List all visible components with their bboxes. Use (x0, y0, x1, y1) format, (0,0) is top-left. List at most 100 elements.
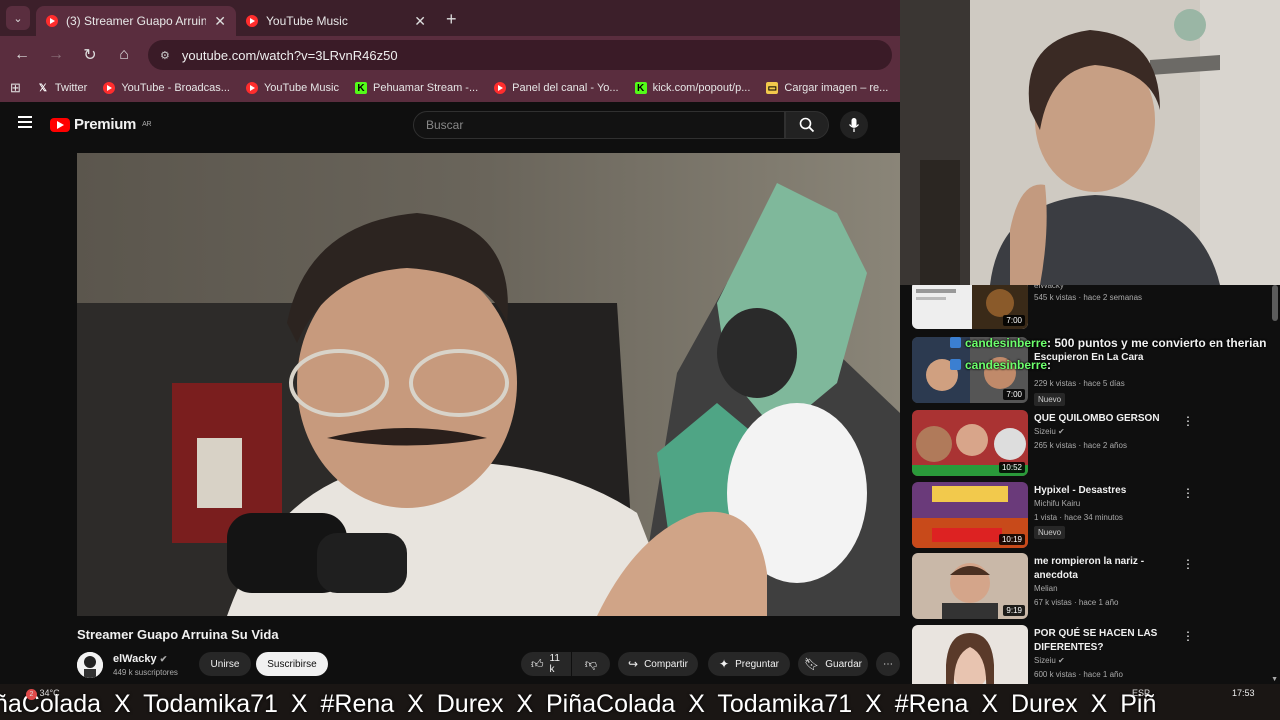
subscribe-button[interactable]: Suscribirse (256, 652, 328, 676)
tab-title: (3) Streamer Guapo Arruina Su (66, 14, 207, 28)
address-bar[interactable]: ⚙ youtube.com/watch?v=3LRvnR46z50 (148, 40, 892, 70)
apps-grid-icon[interactable]: ⊞ (10, 80, 21, 96)
duration-badge: 7:00 (1003, 315, 1025, 326)
scroll-down-arrow-icon[interactable]: ▼ (1271, 676, 1278, 683)
youtube-premium-logo[interactable]: Premium AR (50, 116, 152, 133)
dislike-button[interactable]: 👎︎ (572, 652, 610, 676)
channel-text: Sizeiu (1034, 427, 1056, 436)
like-count: 11 k (549, 653, 560, 675)
chat-badge-icon (950, 337, 961, 348)
youtube-icon (494, 82, 507, 94)
voice-search-button[interactable] (840, 111, 868, 139)
chat-username: candesinberre (965, 336, 1048, 350)
recommendation-title: QUE QUILOMBO GERSON (1034, 413, 1160, 424)
tab-streamer-video[interactable]: (3) Streamer Guapo Arruina Su ✕ (36, 6, 236, 36)
more-vert-icon[interactable]: ⋮ (1182, 486, 1194, 500)
reload-icon[interactable]: ↻ (80, 45, 100, 65)
webcam-feed (900, 0, 1280, 285)
recommendation-thumbnail[interactable]: 7:00 (912, 285, 1028, 329)
recommendation-item[interactable]: 10:19 Hypixel - Desastres Michifu Kairu … (912, 482, 1272, 548)
thumbnail-image (912, 625, 1028, 685)
stream-chat-overlay: candesinberre: 500 puntos y me convierto… (950, 336, 1266, 372)
new-badge: Nuevo (1034, 526, 1066, 539)
tab-youtube-music[interactable]: YouTube Music ✕ (236, 6, 436, 36)
recommendation-thumbnail[interactable]: 10:52 (912, 410, 1028, 476)
stream-ticker: ñaColada X Todamika71 X #Rena X Durex X … (0, 684, 1280, 720)
recommendation-item[interactable]: 10:52 QUE QUILOMBO GERSON Sizeiu ✔ 265 k… (912, 410, 1272, 476)
ticker-text: ñaColada X Todamika71 X #Rena X Durex X … (0, 690, 1157, 718)
recommendation-item[interactable]: 7:00 elWacky 545 k vistas · hace 2 seman… (912, 285, 1272, 329)
recommendation-meta: 545 k vistas · hace 2 semanas (1034, 293, 1143, 302)
back-arrow-icon[interactable]: ← (12, 46, 32, 64)
recommendation-item[interactable]: 9:19 me rompieron la nariz - anecdota Me… (912, 553, 1272, 619)
recommendation-thumbnail[interactable]: 10:19 (912, 482, 1028, 548)
more-horizontal-icon: ⋯ (883, 658, 893, 670)
x-logo-icon: 𝕏 (38, 82, 47, 94)
tab-search-button[interactable]: ⌄ (6, 6, 30, 30)
chat-badge-icon (950, 359, 961, 370)
more-vert-icon[interactable]: ⋮ (1182, 414, 1194, 428)
recommendation-title: me rompieron la nariz - anecdota (1034, 556, 1145, 581)
search-input[interactable]: Buscar (413, 111, 785, 139)
new-tab-button[interactable]: + (446, 9, 457, 30)
bookmarks-bar: ⊞ 𝕏 Twitter YouTube - Broadcas... YouTub… (0, 74, 900, 102)
browser-toolbar: ← → ↻ ⌂ ⚙ youtube.com/watch?v=3LRvnR46z5… (0, 36, 900, 74)
bookmark-pehuamar[interactable]: K Pehuamar Stream -... (354, 82, 478, 94)
bookmark-youtube-broadcast[interactable]: YouTube - Broadcas... (103, 82, 230, 94)
new-badge: Nuevo (1034, 393, 1066, 406)
recommendation-channel: Sizeiu ✔ (1034, 656, 1065, 665)
notification-count: 2 (26, 689, 37, 700)
save-button[interactable]: 🔖︎ Guardar (798, 652, 868, 676)
recommendation-thumbnail[interactable] (912, 625, 1028, 685)
thumbs-up-icon: 👍︎ (531, 656, 544, 671)
sidebar-scrollbar[interactable] (1272, 285, 1278, 321)
home-icon[interactable]: ⌂ (114, 46, 134, 64)
more-vert-icon[interactable]: ⋮ (1182, 557, 1194, 571)
ask-button[interactable]: ✦ Preguntar (708, 652, 790, 676)
bookmark-label: Twitter (54, 82, 88, 94)
bookmark-label: YouTube Music (263, 82, 339, 94)
youtube-icon (103, 82, 116, 94)
menu-icon[interactable] (18, 116, 32, 128)
duration-badge: 9:19 (1003, 605, 1025, 616)
share-button[interactable]: ↪ Compartir (618, 652, 698, 676)
recommendation-thumbnail[interactable]: 9:19 (912, 553, 1028, 619)
chat-message: candesinberre: (950, 358, 1266, 372)
language-indicator[interactable]: ESP (1132, 688, 1150, 698)
chat-username: candesinberre (965, 358, 1048, 372)
search-button[interactable] (785, 111, 829, 139)
channel-avatar[interactable] (77, 652, 103, 678)
recommendation-meta: 1 vista · hace 34 minutos (1034, 513, 1123, 522)
youtube-header: Premium AR Buscar (0, 102, 900, 148)
channel-name[interactable]: elWacky ✔ (113, 653, 167, 665)
close-tab-icon[interactable]: ✕ (214, 13, 226, 30)
verified-icon: ✔ (1058, 427, 1065, 436)
taskbar-clock[interactable]: 17:53 (1232, 688, 1255, 698)
kick-icon: K (634, 82, 647, 94)
bookmark-panel-canal[interactable]: Panel del canal - Yo... (494, 82, 619, 94)
save-label: Guardar (825, 658, 862, 670)
bookmark-cargar-imagen[interactable]: ▭ Cargar imagen – re... (766, 82, 888, 94)
recommendation-item[interactable]: POR QUÉ SE HACEN LAS DIFERENTES? Sizeiu … (912, 625, 1272, 685)
close-tab-icon[interactable]: ✕ (414, 13, 426, 30)
more-actions-button[interactable]: ⋯ (876, 652, 900, 676)
site-info-icon[interactable]: ⚙ (160, 49, 170, 62)
recommendation-meta: 229 k vistas · hace 5 días (1034, 379, 1125, 388)
duration-badge: 10:19 (998, 534, 1025, 545)
forward-arrow-icon[interactable]: → (46, 46, 66, 64)
bookmark-youtube-music[interactable]: YouTube Music (245, 82, 339, 94)
chat-message: candesinberre: 500 puntos y me convierto… (950, 336, 1266, 350)
join-button[interactable]: Unirse (199, 652, 251, 676)
youtube-icon (46, 15, 58, 27)
more-vert-icon[interactable]: ⋮ (1182, 629, 1194, 643)
ask-label: Preguntar (735, 658, 779, 670)
recommendation-meta: 600 k vistas · hace 1 año (1034, 670, 1123, 679)
video-player[interactable] (77, 153, 900, 616)
logo-text: Premium (74, 116, 137, 133)
weather-widget[interactable]: 2 34°C (26, 688, 60, 700)
bookmark-label: Panel del canal - Yo... (512, 82, 619, 94)
recommendation-channel: Sizeiu ✔ (1034, 427, 1065, 436)
bookmark-kick-popout[interactable]: K kick.com/popout/p... (634, 82, 750, 94)
bookmark-twitter[interactable]: 𝕏 Twitter (37, 82, 87, 94)
like-button[interactable]: 👍︎ 11 k (521, 652, 571, 676)
